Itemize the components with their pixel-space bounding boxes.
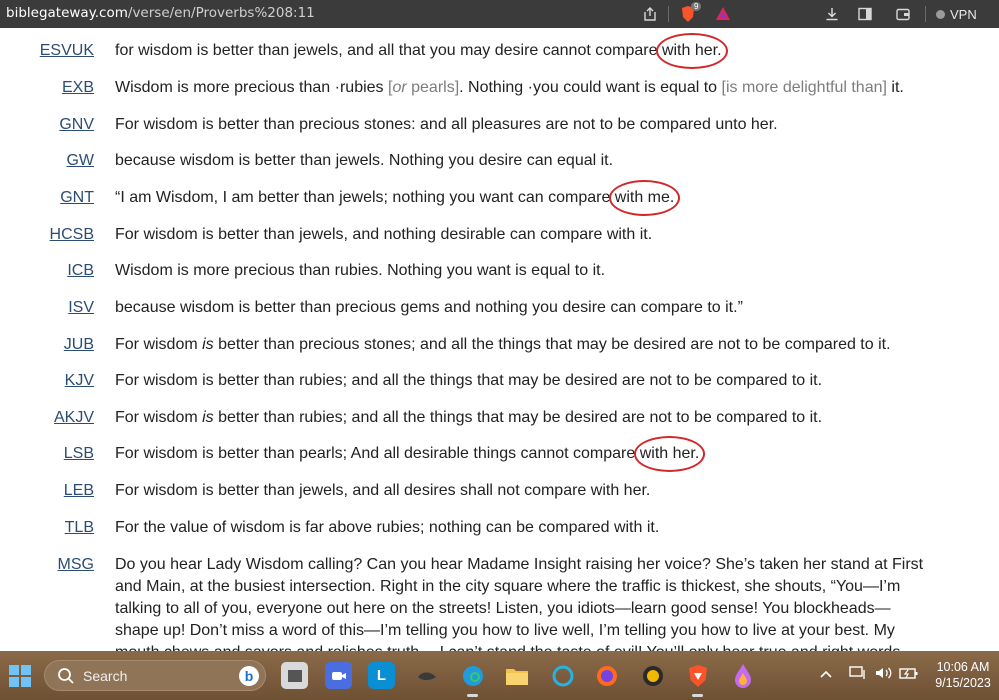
verse-text: for wisdom is better than jewels, and al… — [115, 33, 930, 69]
circled-phrase: with me. — [608, 180, 680, 216]
system-clock[interactable]: 10:06 AM 9/15/2023 — [930, 659, 996, 691]
l-app-icon[interactable]: L — [368, 662, 395, 689]
verse-text: Do you hear Lady Wisdom calling? Can you… — [115, 556, 924, 651]
taskbar: Search b L 10:06 AM 9/15/2023 — [0, 651, 999, 700]
chrome-canary-icon[interactable] — [729, 662, 756, 689]
sidebar-icon[interactable] — [855, 4, 875, 24]
verse-text-start: For wisdom is better than pearls; And al… — [115, 445, 640, 462]
network-icon[interactable] — [849, 665, 867, 685]
translation-link-icb[interactable]: ICB — [67, 260, 94, 282]
translation-link-hcsb[interactable]: HCSB — [50, 224, 94, 246]
translation-link-leb[interactable]: LEB — [64, 480, 94, 502]
verse-text: For wisdom is better than rubies; and al… — [115, 407, 930, 429]
shields-badge: 9 — [691, 2, 702, 11]
circled-phrase: with her. — [655, 33, 728, 69]
windows-logo-tile — [21, 665, 31, 675]
verse-text: For wisdom is better than rubies; and al… — [115, 372, 823, 389]
verse-text-start: for wisdom is better than jewels, and al… — [115, 42, 662, 59]
game-icon[interactable] — [639, 662, 666, 689]
zoom-icon[interactable] — [325, 662, 352, 689]
download-icon[interactable] — [822, 4, 842, 24]
chevron-up-icon[interactable] — [820, 666, 832, 682]
verse-text-end: better than rubies; and all the things t… — [213, 409, 823, 426]
verse-row-msg: MSG Do you hear Lady Wisdom calling? Can… — [0, 554, 999, 651]
verse-text: For wisdom is better than jewels, and al… — [115, 482, 651, 499]
toolbar-separator — [925, 6, 926, 22]
verse-text-start: “I am Wisdom, I am better than jewels; n… — [115, 189, 615, 206]
italic-word: is — [202, 336, 214, 353]
start-button[interactable] — [9, 665, 31, 687]
bing-icon[interactable]: b — [239, 666, 259, 686]
brave-icon[interactable] — [684, 662, 711, 697]
share-icon[interactable] — [640, 4, 660, 24]
note-italic: or — [392, 79, 407, 96]
verse-text-part: . Nothing ·you could want is equal to — [459, 79, 722, 96]
toolbar-separator — [668, 6, 669, 22]
windows-logo-tile — [9, 665, 19, 675]
italic-word: is — [202, 409, 214, 426]
translation-link-esvuk[interactable]: ESVUK — [40, 40, 94, 62]
windows-logo-tile — [9, 677, 19, 687]
translation-link-gnv[interactable]: GNV — [59, 114, 94, 136]
translation-link-jub[interactable]: JUB — [64, 334, 94, 356]
gecko-icon[interactable] — [413, 662, 440, 689]
volume-icon[interactable] — [874, 665, 892, 685]
translation-link-gw[interactable]: GW — [66, 150, 94, 172]
translation-link-akjv[interactable]: AKJV — [54, 407, 94, 429]
translation-link-gnt[interactable]: GNT — [60, 187, 94, 209]
translation-link-msg[interactable]: MSG — [58, 554, 94, 576]
verse-text: For the value of wisdom is far above rub… — [115, 519, 660, 536]
vpn-status-icon — [936, 9, 945, 19]
translation-link-tlb[interactable]: TLB — [65, 517, 94, 539]
verse-text-start: For wisdom — [115, 409, 203, 426]
brave-shields-icon[interactable]: 9 — [678, 2, 702, 24]
battery-icon[interactable] — [899, 665, 919, 685]
verse-text-start: For wisdom — [115, 336, 203, 353]
wallet-icon[interactable] — [893, 4, 913, 24]
url-path: /verse/en/Proverbs%208:11 — [127, 5, 315, 21]
search-icon — [57, 667, 75, 685]
file-explorer-icon[interactable] — [281, 662, 308, 689]
verse-text-part: Wisdom is more precious than ·rubies — [115, 79, 388, 96]
verse-text: because wisdom is better than jewels. No… — [115, 152, 614, 169]
translation-link-lsb[interactable]: LSB — [64, 443, 94, 465]
address-bar[interactable]: biblegateway.com/verse/en/Proverbs%208:1… — [6, 5, 315, 21]
url-host: biblegateway.com — [6, 5, 128, 21]
translation-link-exb[interactable]: EXB — [62, 77, 94, 99]
folder-icon[interactable] — [503, 662, 530, 689]
verse-text-end: better than precious stones; and all the… — [213, 336, 891, 353]
verse-text: Wisdom is more precious than rubies. Not… — [115, 262, 606, 279]
verse-text: because wisdom is better than precious g… — [115, 299, 743, 316]
verse-text: For wisdom is better than pearls; And al… — [115, 436, 930, 472]
search-label: Search — [83, 667, 128, 684]
expanded-note: [is more delightful than] — [721, 79, 887, 96]
verse-text: Wisdom is more precious than ·rubies [or… — [115, 77, 930, 99]
verse-text: “I am Wisdom, I am better than jewels; n… — [115, 180, 930, 216]
circled-phrase: with her. — [633, 436, 705, 472]
browser-toolbar: biblegateway.com/verse/en/Proverbs%208:1… — [0, 0, 999, 28]
clock-time: 10:06 AM — [936, 660, 990, 674]
brave-rewards-icon[interactable] — [713, 4, 733, 24]
taskbar-search[interactable]: Search b — [44, 660, 266, 691]
verse-text: For wisdom is better than jewels, and no… — [115, 226, 653, 243]
vpn-label: VPN — [950, 6, 977, 22]
verse-text: For wisdom is better than precious stone… — [115, 334, 930, 356]
edge-icon[interactable] — [459, 662, 486, 697]
translation-link-isv[interactable]: ISV — [68, 297, 94, 319]
vpn-button[interactable]: VPN — [936, 4, 977, 24]
windows-logo-tile — [21, 677, 31, 687]
firefox-icon[interactable] — [593, 662, 620, 689]
verse-text: For wisdom is better than precious stone… — [115, 116, 778, 133]
clock-date: 9/15/2023 — [935, 676, 991, 690]
expanded-note: [or pearls] — [387, 79, 460, 96]
verse-text-part: it. — [886, 79, 904, 96]
translation-link-kjv[interactable]: KJV — [65, 370, 94, 392]
cortana-icon[interactable] — [549, 662, 576, 689]
